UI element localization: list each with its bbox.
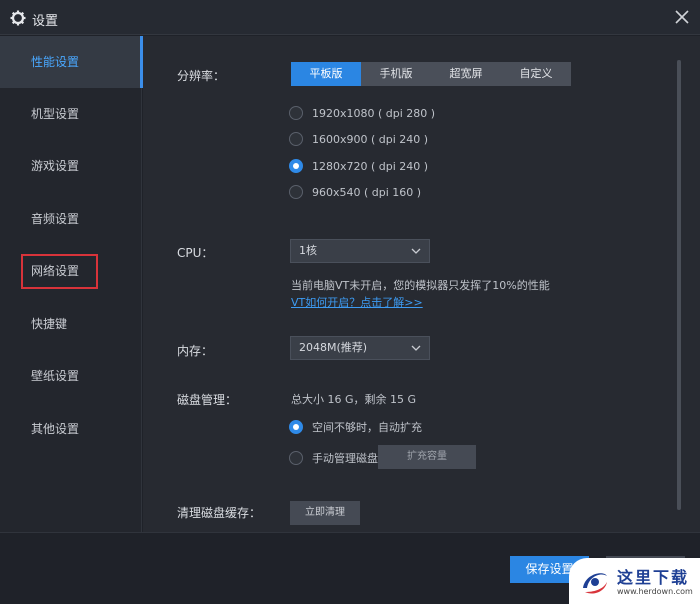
resolution-option-label: 1920x1080 ( dpi 280 ) bbox=[312, 106, 436, 120]
resolution-option-label: 1280x720 ( dpi 240 ) bbox=[312, 159, 429, 173]
resolution-option-label: 960x540 ( dpi 160 ) bbox=[312, 185, 422, 199]
cpu-select[interactable]: 1核 bbox=[290, 239, 430, 263]
site-logo-icon bbox=[583, 573, 607, 594]
resolution-option-1600[interactable]: 1600x900 ( dpi 240 ) bbox=[289, 130, 428, 148]
disk-option-auto[interactable]: 空间不够时，自动扩充 bbox=[289, 418, 422, 436]
watermark-url: www.herdown.com bbox=[617, 587, 693, 596]
cpu-select-value: 1核 bbox=[299, 244, 317, 257]
watermark: 这里下载 www.herdown.com bbox=[569, 558, 700, 604]
clear-cache-button[interactable]: 立即清理 bbox=[290, 501, 360, 525]
sidebar-item-wallpaper[interactable]: 壁纸设置 bbox=[0, 350, 142, 402]
settings-sidebar: 性能设置 机型设置 游戏设置 音频设置 网络设置 快捷键 壁纸设置 其他设置 bbox=[0, 36, 143, 532]
sidebar-item-audio[interactable]: 音频设置 bbox=[0, 193, 142, 245]
chevron-down-icon bbox=[411, 248, 421, 254]
radio-button[interactable] bbox=[289, 132, 303, 146]
sidebar-item-game[interactable]: 游戏设置 bbox=[0, 140, 142, 192]
tab-ultrawide[interactable]: 超宽屏 bbox=[431, 62, 501, 86]
tab-tablet[interactable]: 平板版 bbox=[291, 62, 361, 86]
sidebar-item-performance[interactable]: 性能设置 bbox=[0, 36, 143, 88]
resolution-tabs: 平板版 手机版 超宽屏 自定义 bbox=[291, 62, 571, 86]
sidebar-item-other[interactable]: 其他设置 bbox=[0, 403, 142, 455]
vt-warning-text: 当前电脑VT未开启，您的模拟器只发挥了10%的性能 bbox=[291, 279, 550, 292]
memory-select[interactable]: 2048M(推荐) bbox=[290, 336, 430, 360]
window-title: 设置 bbox=[32, 14, 59, 29]
sidebar-item-model[interactable]: 机型设置 bbox=[0, 88, 142, 140]
radio-button[interactable] bbox=[289, 185, 303, 199]
vt-help-link[interactable]: VT如何开启？点击了解>> bbox=[291, 294, 423, 310]
tab-custom[interactable]: 自定义 bbox=[501, 62, 571, 86]
cache-label: 清理磁盘缓存： bbox=[177, 506, 262, 520]
resolution-option-label: 1600x900 ( dpi 240 ) bbox=[312, 132, 429, 146]
tab-phone[interactable]: 手机版 bbox=[361, 62, 431, 86]
expand-capacity-button[interactable]: 扩充容量 bbox=[378, 445, 476, 469]
radio-button[interactable] bbox=[289, 106, 303, 120]
sidebar-item-shortcuts[interactable]: 快捷键 bbox=[0, 298, 142, 350]
resolution-option-1280[interactable]: 1280x720 ( dpi 240 ) bbox=[289, 157, 428, 175]
disk-summary: 总大小 16 G，剩余 15 G bbox=[291, 393, 417, 406]
scrollbar-thumb[interactable] bbox=[677, 60, 681, 510]
chevron-down-icon bbox=[411, 345, 421, 351]
memory-label: 内存： bbox=[177, 344, 214, 358]
resolution-option-960[interactable]: 960x540 ( dpi 160 ) bbox=[289, 183, 421, 201]
watermark-name: 这里下载 bbox=[617, 568, 690, 587]
disk-option-label: 空间不够时，自动扩充 bbox=[312, 421, 422, 434]
settings-content: 分辨率： 平板版 手机版 超宽屏 自定义 1920x1080 ( dpi 280… bbox=[143, 36, 700, 532]
radio-button-selected[interactable] bbox=[289, 420, 303, 434]
close-icon[interactable] bbox=[672, 7, 692, 27]
gear-icon bbox=[10, 10, 26, 26]
disk-label: 磁盘管理： bbox=[177, 393, 238, 407]
radio-button[interactable] bbox=[289, 451, 303, 465]
resolution-option-1920[interactable]: 1920x1080 ( dpi 280 ) bbox=[289, 104, 435, 122]
resolution-label: 分辨率： bbox=[177, 69, 226, 83]
highlight-box bbox=[21, 254, 98, 289]
cpu-label: CPU： bbox=[177, 246, 214, 260]
radio-button-selected[interactable] bbox=[289, 159, 303, 173]
memory-select-value: 2048M(推荐) bbox=[299, 341, 368, 354]
title-bar: 设置 bbox=[0, 0, 700, 35]
